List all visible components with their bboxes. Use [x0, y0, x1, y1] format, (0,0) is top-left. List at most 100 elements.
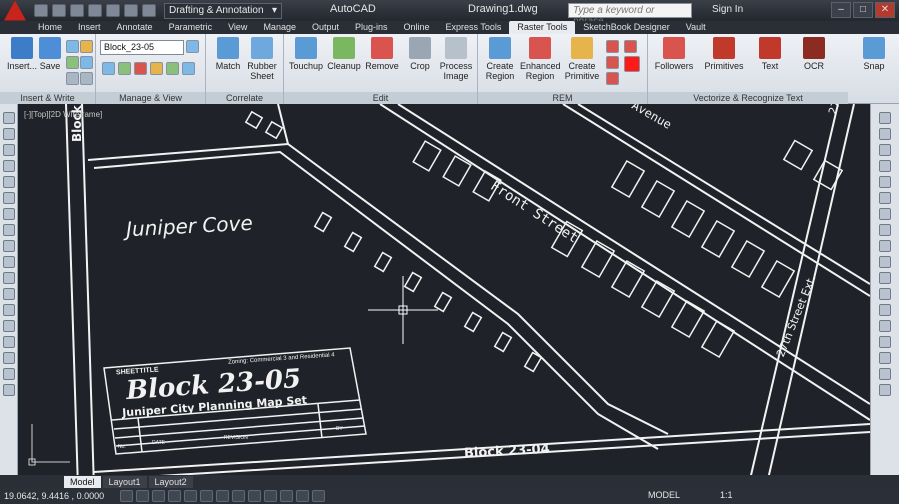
create-region-button[interactable]: Create Region — [480, 37, 520, 81]
tab-online[interactable]: Online — [396, 21, 438, 34]
visible-icon[interactable] — [118, 62, 131, 75]
image-select[interactable]: Block_23-05 — [100, 40, 184, 55]
tab-annotate[interactable]: Annotate — [109, 21, 161, 34]
move-icon[interactable] — [879, 192, 891, 204]
make-block-icon[interactable] — [3, 288, 15, 300]
ellipse-arc-icon[interactable] — [3, 256, 15, 268]
panel-label-edit[interactable]: Edit — [284, 92, 477, 104]
viewport-label[interactable]: [-][Top][2D Wireframe] — [24, 110, 102, 119]
ortho-toggle-icon[interactable] — [152, 490, 165, 502]
tab-raster-tools[interactable]: Raster Tools — [509, 21, 576, 34]
redo-icon[interactable] — [142, 4, 156, 17]
hatch-icon[interactable] — [3, 320, 15, 332]
enhanced-region-button[interactable]: Enhanced Region — [520, 37, 561, 81]
ocr-button[interactable]: OCR — [794, 37, 834, 71]
tab-express-tools[interactable]: Express Tools — [438, 21, 510, 34]
polygon-icon[interactable] — [3, 144, 15, 156]
save-icon[interactable] — [70, 4, 84, 17]
region-icon[interactable] — [3, 352, 15, 364]
properties-icon[interactable] — [66, 72, 79, 85]
annotation-scale[interactable]: 1:1 — [720, 490, 733, 500]
tab-insert[interactable]: Insert — [70, 21, 109, 34]
revcloud-icon[interactable] — [3, 208, 15, 220]
panel-label-vectorize[interactable]: Vectorize & Recognize Text — [648, 92, 848, 104]
erase-icon[interactable] — [879, 112, 891, 124]
otrack-toggle-icon[interactable] — [216, 490, 229, 502]
merge-icon[interactable] — [166, 62, 179, 75]
snap-toggle-icon[interactable] — [120, 490, 133, 502]
rubber-sheet-button[interactable]: Rubber Sheet — [242, 37, 282, 81]
followers-button[interactable]: Followers — [654, 37, 694, 71]
primitives-button[interactable]: Primitives — [704, 37, 744, 71]
search-input[interactable]: Type a keyword or phrase — [568, 3, 692, 27]
save-as-icon[interactable] — [88, 4, 102, 17]
rotate-icon[interactable] — [879, 208, 891, 220]
tab-home[interactable]: Home — [30, 21, 70, 34]
offset-icon[interactable] — [879, 160, 891, 172]
cleanup-button[interactable]: Cleanup — [324, 37, 364, 71]
grid-toggle-icon[interactable] — [136, 490, 149, 502]
explode-icon[interactable] — [879, 384, 891, 396]
touchup-button[interactable]: Touchup — [286, 37, 326, 71]
save-button[interactable]: Save — [30, 37, 70, 71]
panel-label-rem[interactable]: REM — [478, 92, 647, 104]
drawing-canvas[interactable]: [-][Top][2D Wireframe] Juniper Cove Fron… — [18, 104, 870, 488]
gradient-icon[interactable] — [3, 336, 15, 348]
hide-icon[interactable] — [134, 62, 147, 75]
mirror-icon[interactable] — [879, 144, 891, 156]
line-icon[interactable] — [3, 112, 15, 124]
model-space-button[interactable]: MODEL — [648, 490, 680, 500]
polar-toggle-icon[interactable] — [168, 490, 181, 502]
extend-icon[interactable] — [879, 272, 891, 284]
snap-button[interactable]: Snap — [854, 37, 894, 71]
text-button[interactable]: Text — [750, 37, 790, 71]
layout-tab-layout1[interactable]: Layout1 — [102, 475, 147, 488]
view-icon[interactable] — [182, 62, 195, 75]
layout-tab-layout2[interactable]: Layout2 — [148, 475, 193, 488]
panel-label-manage-view[interactable]: Manage & View — [96, 92, 205, 104]
close-icon[interactable]: ✕ — [875, 2, 895, 18]
tab-view[interactable]: View — [220, 21, 255, 34]
frame-icon[interactable] — [150, 62, 163, 75]
arc-icon[interactable] — [3, 176, 15, 188]
spline-icon[interactable] — [3, 224, 15, 236]
image-icon[interactable] — [66, 40, 79, 53]
multiline-text-icon[interactable] — [3, 384, 15, 396]
point-icon[interactable] — [3, 304, 15, 316]
list-icon[interactable] — [186, 40, 199, 53]
coordinates-readout[interactable]: 19.0642, 9.4416 , 0.0000 — [0, 491, 120, 501]
rectangle-icon[interactable] — [3, 160, 15, 172]
tab-sketchbook-designer[interactable]: SketchBook Designer — [575, 21, 678, 34]
new-file-icon[interactable] — [34, 4, 48, 17]
insert-block-icon[interactable] — [3, 272, 15, 284]
panel-label-correlate[interactable]: Correlate — [206, 92, 283, 104]
export-icon[interactable] — [80, 56, 93, 69]
panel-label-insert-write[interactable]: Insert & Write — [0, 92, 95, 104]
break-at-point-icon[interactable] — [879, 288, 891, 300]
create-primitive-button[interactable]: Create Primitive — [562, 37, 602, 81]
layout-tab-model[interactable]: Model — [64, 475, 101, 488]
plot-icon[interactable] — [106, 4, 120, 17]
tab-manage[interactable]: Manage — [255, 21, 304, 34]
crop-button[interactable]: Crop — [400, 37, 440, 71]
tab-output[interactable]: Output — [304, 21, 347, 34]
circle-icon[interactable] — [3, 192, 15, 204]
sc-toggle-icon[interactable] — [312, 490, 325, 502]
polyline-icon[interactable] — [3, 128, 15, 140]
zoom-icon[interactable] — [102, 62, 115, 75]
tpy-toggle-icon[interactable] — [280, 490, 293, 502]
scale-icon[interactable] — [879, 224, 891, 236]
lwt-toggle-icon[interactable] — [264, 490, 277, 502]
3dosnap-toggle-icon[interactable] — [200, 490, 213, 502]
dyn-toggle-icon[interactable] — [248, 490, 261, 502]
qp-toggle-icon[interactable] — [296, 490, 309, 502]
workspace-select[interactable]: Drafting & Annotation ▾ — [164, 2, 282, 19]
remove-button[interactable]: Remove — [362, 37, 402, 71]
array-icon[interactable] — [879, 176, 891, 188]
rem-tool-2-icon[interactable] — [624, 40, 637, 53]
tab-plug-ins[interactable]: Plug-ins — [347, 21, 396, 34]
folder-icon[interactable] — [80, 40, 93, 53]
stretch-icon[interactable] — [879, 240, 891, 252]
tab-parametric[interactable]: Parametric — [161, 21, 221, 34]
trim-icon[interactable] — [879, 256, 891, 268]
